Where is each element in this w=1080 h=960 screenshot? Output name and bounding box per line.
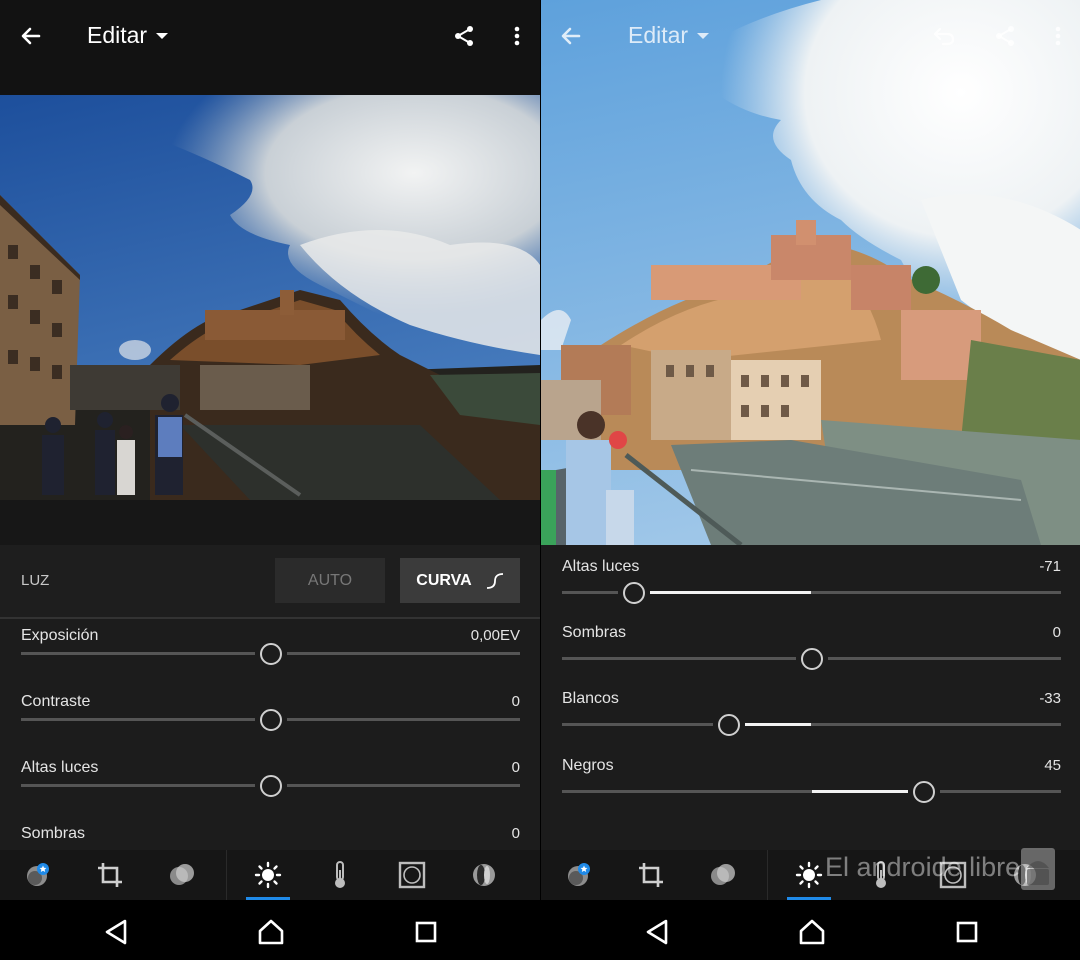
slider-track[interactable] [562,714,1061,736]
profile-icon[interactable] [688,850,758,900]
slider-contrast[interactable]: Contraste 0 [0,693,540,759]
edit-toolbar [0,850,540,900]
slider-highlights[interactable]: Altas luces 0 [0,759,540,825]
presets-icon[interactable] [3,850,73,900]
nav-back-icon[interactable] [635,912,679,952]
slider-knob[interactable] [718,714,741,736]
watermark-text: El androide libre [825,852,1021,882]
more-vert-icon[interactable] [499,18,535,54]
presets-icon[interactable] [544,850,614,900]
curve-icon [486,572,503,589]
slider-label: Sombras [562,624,627,641]
slider-knob[interactable] [259,643,282,665]
slider-whites[interactable]: Blancos -33 [541,690,1080,756]
nav-back-icon[interactable] [94,912,138,952]
curve-label: CURVA [416,571,472,589]
slider-label: Altas luces [562,558,640,575]
slider-blacks[interactable]: Negros 45 [541,757,1080,823]
chevron-down-icon [697,32,710,39]
after-editor-screen: Editar Altas luces -71 Sombras 0 Blancos… [541,0,1080,960]
more-vert-icon[interactable] [1040,18,1076,54]
chevron-down-icon [156,32,169,39]
slider-knob[interactable] [623,582,646,604]
android-robot-icon [1019,846,1057,892]
edit-mode-dropdown[interactable]: Editar [87,22,169,49]
toolbar-divider [226,850,227,900]
slider-track[interactable] [562,648,1061,670]
toolbar-divider [767,850,768,900]
slider-label: Negros [562,757,614,774]
app-bar: Editar [0,0,540,95]
effects-vignette-icon[interactable] [377,850,447,900]
auto-button[interactable]: AUTO [275,558,385,603]
system-nav-bar [541,900,1080,960]
slider-value: 0,00EV [470,627,520,644]
color-temperature-icon[interactable] [305,850,375,900]
slider-value: 0 [1052,624,1061,641]
slider-label: Blancos [562,690,619,707]
slider-fill [634,591,812,594]
slider-value: 0 [511,693,520,710]
nav-home-icon[interactable] [790,912,834,952]
share-icon[interactable] [987,18,1023,54]
nav-recents-icon[interactable] [945,912,989,952]
optics-icon[interactable] [449,850,519,900]
light-icon[interactable] [233,850,303,900]
slider-exposure[interactable]: Exposición 0,00EV [0,627,540,693]
nav-home-icon[interactable] [249,912,293,952]
slider-knob[interactable] [259,775,282,797]
slider-value: 0 [511,759,520,776]
undo-icon[interactable] [926,18,962,54]
section-title: LUZ [21,572,50,589]
slider-track[interactable] [562,781,1061,803]
slider-track[interactable] [21,643,520,665]
photo-preview-before [0,95,540,500]
slider-highlights[interactable]: Altas luces -71 [541,558,1080,624]
slider-label: Altas luces [21,759,99,776]
slider-track[interactable] [21,709,520,731]
slider-track[interactable] [562,582,1061,604]
slider-label: Contraste [21,693,91,710]
slider-value: -71 [1039,558,1061,575]
auto-label: AUTO [307,571,353,589]
slider-label: Exposición [21,627,99,644]
arrow-left-icon[interactable] [553,18,589,54]
crop-icon[interactable] [75,850,145,900]
crop-icon[interactable] [616,850,686,900]
slider-value: 45 [1044,757,1061,774]
arrow-left-icon[interactable] [13,18,49,54]
nav-recents-icon[interactable] [404,912,448,952]
slider-label: Sombras [21,825,86,842]
light-section-header: LUZ AUTO CURVA [0,545,540,619]
slider-value: -33 [1039,690,1061,707]
app-bar: Editar [541,0,1080,75]
page-title: Editar [628,22,689,48]
slider-knob[interactable] [259,709,282,731]
tone-curve-button[interactable]: CURVA [400,558,520,603]
share-icon[interactable] [446,18,482,54]
slider-knob[interactable] [912,781,935,803]
slider-track[interactable] [21,775,520,797]
profile-icon[interactable] [147,850,217,900]
system-nav-bar [0,900,540,960]
slider-value: 0 [511,825,520,842]
slider-knob[interactable] [800,648,823,670]
page-title: Editar [87,22,148,48]
edit-mode-dropdown[interactable]: Editar [628,22,710,49]
photo-preview-after [541,0,1080,545]
slider-shadows[interactable]: Sombras 0 [541,624,1080,690]
preview-filler [0,500,540,545]
before-editor-screen: Editar LUZ AUTO CURVA Exposición 0,00EV … [0,0,540,960]
